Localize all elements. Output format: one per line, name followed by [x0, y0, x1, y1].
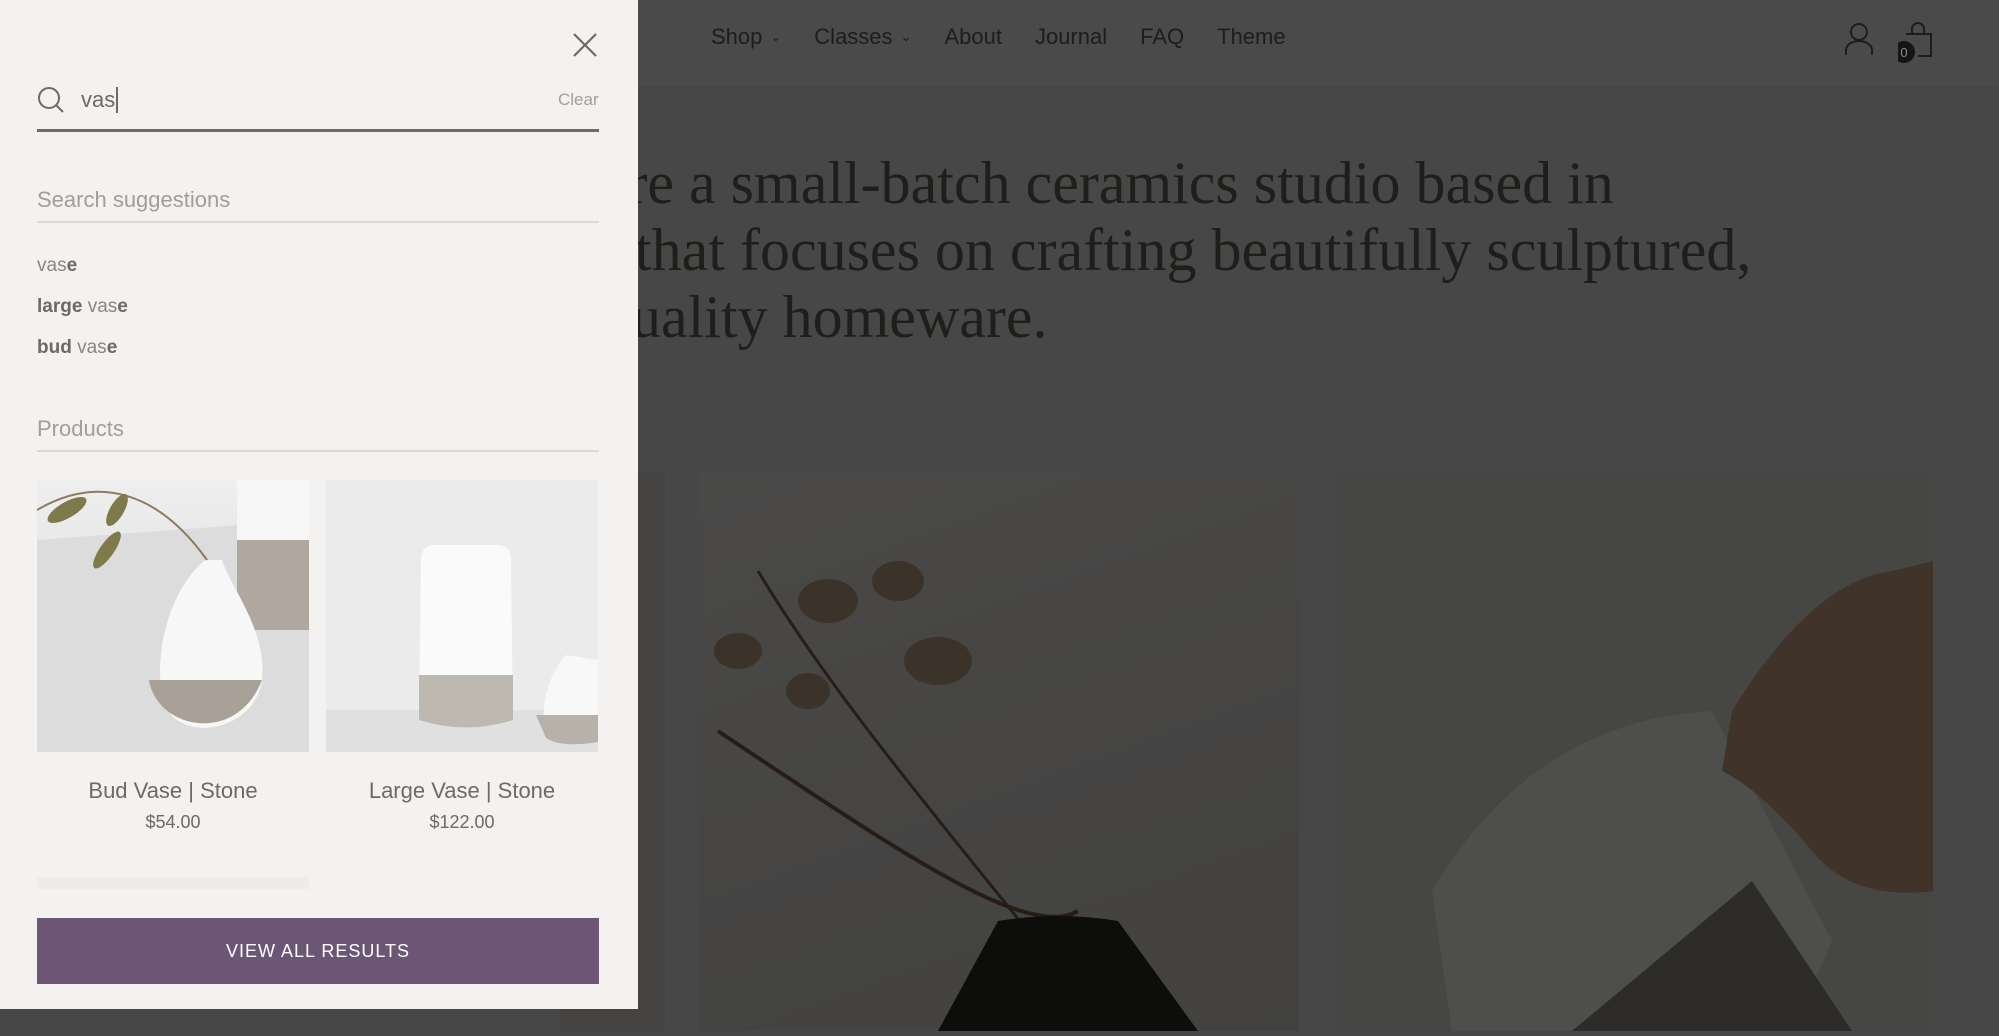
product-price: $54.00 — [145, 812, 201, 832]
cart-count: 0 — [1900, 45, 1907, 60]
main-nav: Shop ⌄ Classes ⌄ About Journal FAQ Theme — [711, 24, 1286, 50]
account-icon[interactable] — [1843, 22, 1875, 56]
search-drawer: vas Clear Search suggestions vase large … — [0, 0, 638, 1009]
cart-icon[interactable]: 0 — [1898, 20, 1934, 64]
chevron-down-icon: ⌄ — [900, 29, 912, 44]
suggestions-heading: Search suggestions — [37, 187, 599, 223]
nav-journal[interactable]: Journal — [1035, 24, 1107, 50]
gallery-image-3 — [1332, 471, 1933, 1031]
product-image-bud-vase[interactable] — [37, 480, 309, 752]
clear-button[interactable]: Clear — [558, 90, 599, 110]
nav-about[interactable]: About — [944, 24, 1002, 50]
search-input[interactable]: vas — [81, 87, 119, 113]
search-icon — [38, 87, 64, 113]
nav-theme[interactable]: Theme — [1217, 24, 1285, 50]
product-image-partial[interactable] — [37, 877, 309, 889]
search-input-underline — [37, 129, 599, 132]
nav-shop[interactable]: Shop ⌄ — [711, 24, 781, 50]
product-price: $122.00 — [429, 812, 495, 832]
close-icon[interactable] — [572, 32, 598, 58]
chevron-down-icon: ⌄ — [770, 29, 782, 44]
nav-classes[interactable]: Classes ⌄ — [814, 24, 911, 50]
suggestion-item[interactable]: vase — [37, 255, 77, 277]
gallery-image-2 — [698, 471, 1299, 1031]
product-title[interactable]: Large Vase | Stone — [326, 778, 598, 804]
products-heading: Products — [37, 416, 599, 452]
suggestion-item[interactable]: large vase — [37, 296, 128, 318]
suggestion-item[interactable]: bud vase — [37, 337, 117, 359]
view-all-results-button[interactable]: VIEW ALL RESULTS — [37, 918, 599, 984]
product-title[interactable]: Bud Vase | Stone — [37, 778, 309, 804]
nav-faq[interactable]: FAQ — [1140, 24, 1184, 50]
product-image-large-vase[interactable] — [326, 480, 598, 752]
